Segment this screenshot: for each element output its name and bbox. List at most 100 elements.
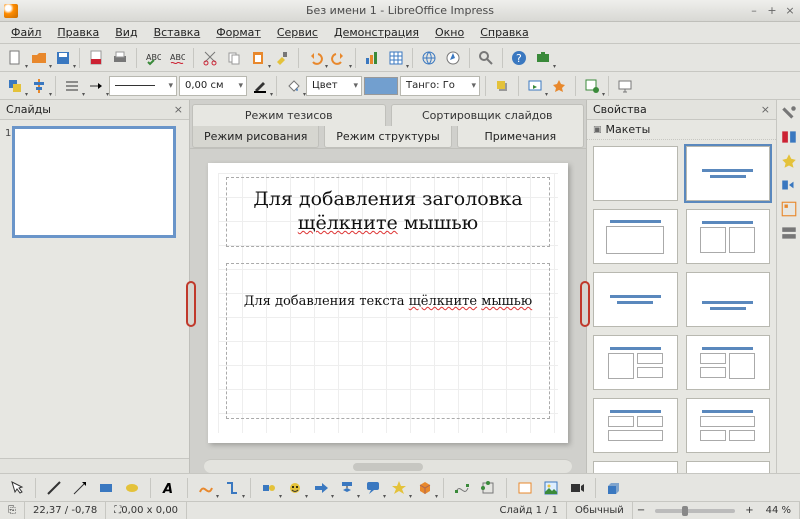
text-tool[interactable]: A [158,477,180,499]
status-slide-counter[interactable]: Слайд 1 / 1 [491,502,567,519]
layout-title-only[interactable] [593,209,678,264]
shadow-button[interactable] [491,75,513,97]
effects-button[interactable] [548,75,570,97]
slide-canvas[interactable]: Для добавления заголовка щёлкните мышью … [208,163,568,443]
line-arrow-tool[interactable] [69,477,91,499]
tab-structure[interactable]: Режим структуры [324,126,451,148]
left-pane-handle[interactable] [186,281,196,327]
menu-slideshow[interactable]: Демонстрация [327,24,426,41]
sidebar-transition-icon[interactable] [780,176,798,194]
fill-button[interactable]: ▾ [282,75,304,97]
tab-outline-mode[interactable]: Режим тезисов [192,104,386,126]
slide-interaction-button[interactable]: ▾ [524,75,546,97]
menu-window[interactable]: Окно [428,24,471,41]
curve-tool[interactable]: ▾ [195,477,217,499]
layout-two-content[interactable] [686,209,771,264]
slides-scrollbar[interactable] [0,458,189,473]
status-zoom[interactable]: 44 % [758,502,800,519]
hyperlink-button[interactable] [418,47,440,69]
status-mode[interactable]: Обычный [567,502,633,519]
line-width-field[interactable]: 0,00 см [179,76,247,96]
align-button[interactable]: ▾ [28,75,50,97]
3d-tool[interactable]: ▾ [414,477,436,499]
insert-chart-button[interactable] [361,47,383,69]
presentation-button[interactable] [614,75,636,97]
zoom-in-icon[interactable]: + [741,502,757,519]
color-style-combo[interactable]: Танго: Го [400,76,480,96]
ellipse-tool[interactable] [121,477,143,499]
arrange-button[interactable]: ▾ [4,75,26,97]
export-pdf-button[interactable] [85,47,107,69]
layout-title-bar1[interactable] [593,272,678,327]
color-sample[interactable] [364,77,398,95]
tab-notes[interactable]: Примечания [457,126,584,148]
slides-panel-close[interactable]: × [174,103,183,116]
flowchart-tool[interactable]: ▾ [336,477,358,499]
maximize-button[interactable]: + [766,5,778,17]
horizontal-scrollbar[interactable] [204,459,572,473]
cut-button[interactable] [199,47,221,69]
zoom-button[interactable] [475,47,497,69]
extension-button[interactable]: ▾ [532,47,554,69]
image-tool[interactable] [540,477,562,499]
layout-six[interactable] [686,461,771,473]
auto-spellcheck-button[interactable]: ABC [166,47,188,69]
tab-slide-sorter[interactable]: Сортировщик слайдов [391,104,585,126]
zoom-slider[interactable] [655,509,735,513]
gluepoints-tool[interactable] [477,477,499,499]
fill-type-combo[interactable]: Цвет [306,76,362,96]
layout-blank[interactable] [593,146,678,201]
basic-shapes-tool[interactable]: ▾ [258,477,280,499]
properties-panel-close[interactable]: × [761,103,770,116]
right-pane-handle[interactable] [580,281,590,327]
redo-button[interactable]: ▾ [328,47,350,69]
paste-button[interactable]: ▾ [247,47,269,69]
block-arrows-tool[interactable]: ▾ [310,477,332,499]
menu-view[interactable]: Вид [108,24,144,41]
close-button[interactable]: × [784,5,796,17]
layout-one-over-two[interactable] [686,398,771,453]
media-tool[interactable] [566,477,588,499]
sidebar-navigator-icon[interactable] [780,224,798,242]
menu-format[interactable]: Формат [209,24,268,41]
layout-centered[interactable] [686,272,771,327]
line-style-combo[interactable] [109,76,177,96]
layout-four[interactable] [593,461,678,473]
rectangle-tool[interactable] [95,477,117,499]
layout-three-over[interactable] [593,398,678,453]
open-button[interactable]: ▾ [28,47,50,69]
connector-tool[interactable]: ▾ [221,477,243,499]
title-placeholder[interactable]: Для добавления заголовка щёлкните мышью [226,177,550,247]
menu-insert[interactable]: Вставка [147,24,208,41]
menu-edit[interactable]: Правка [50,24,106,41]
tab-normal[interactable]: Режим рисования [192,126,319,148]
layout-content-two[interactable] [593,335,678,390]
content-placeholder[interactable]: Для добавления текста щёлкните мышью [226,263,550,419]
sidebar-animation-icon[interactable] [780,152,798,170]
extrusion-tool[interactable] [603,477,625,499]
slide-thumb-1[interactable]: 1 [8,128,181,236]
fontwork-tool[interactable] [514,477,536,499]
line-color-button[interactable]: ▾ [249,75,271,97]
status-info-icon[interactable]: ⎘ [0,502,25,519]
sidebar-master-icon[interactable] [780,128,798,146]
sidebar-gallery-icon[interactable] [780,200,798,218]
help-button[interactable]: ? [508,47,530,69]
print-button[interactable] [109,47,131,69]
format-paintbrush-button[interactable] [271,47,293,69]
arrow-style-button[interactable]: ▾ [85,75,107,97]
minimize-button[interactable]: – [748,5,760,17]
menu-file[interactable]: Файл [4,24,48,41]
navigator-button[interactable] [442,47,464,69]
undo-button[interactable]: ▾ [304,47,326,69]
zoom-out-icon[interactable]: − [633,502,649,519]
symbol-shapes-tool[interactable]: ▾ [284,477,306,499]
callouts-tool[interactable]: ▾ [362,477,384,499]
spellcheck-button[interactable]: ABC [142,47,164,69]
layout-title-content[interactable] [686,146,771,201]
stars-tool[interactable]: ▾ [388,477,410,499]
insert-table-button[interactable]: ▾ [385,47,407,69]
layout-two-content-stack[interactable] [686,335,771,390]
slides-thumb-list[interactable]: 1 [0,120,189,458]
line-style-button[interactable]: ▾ [61,75,83,97]
